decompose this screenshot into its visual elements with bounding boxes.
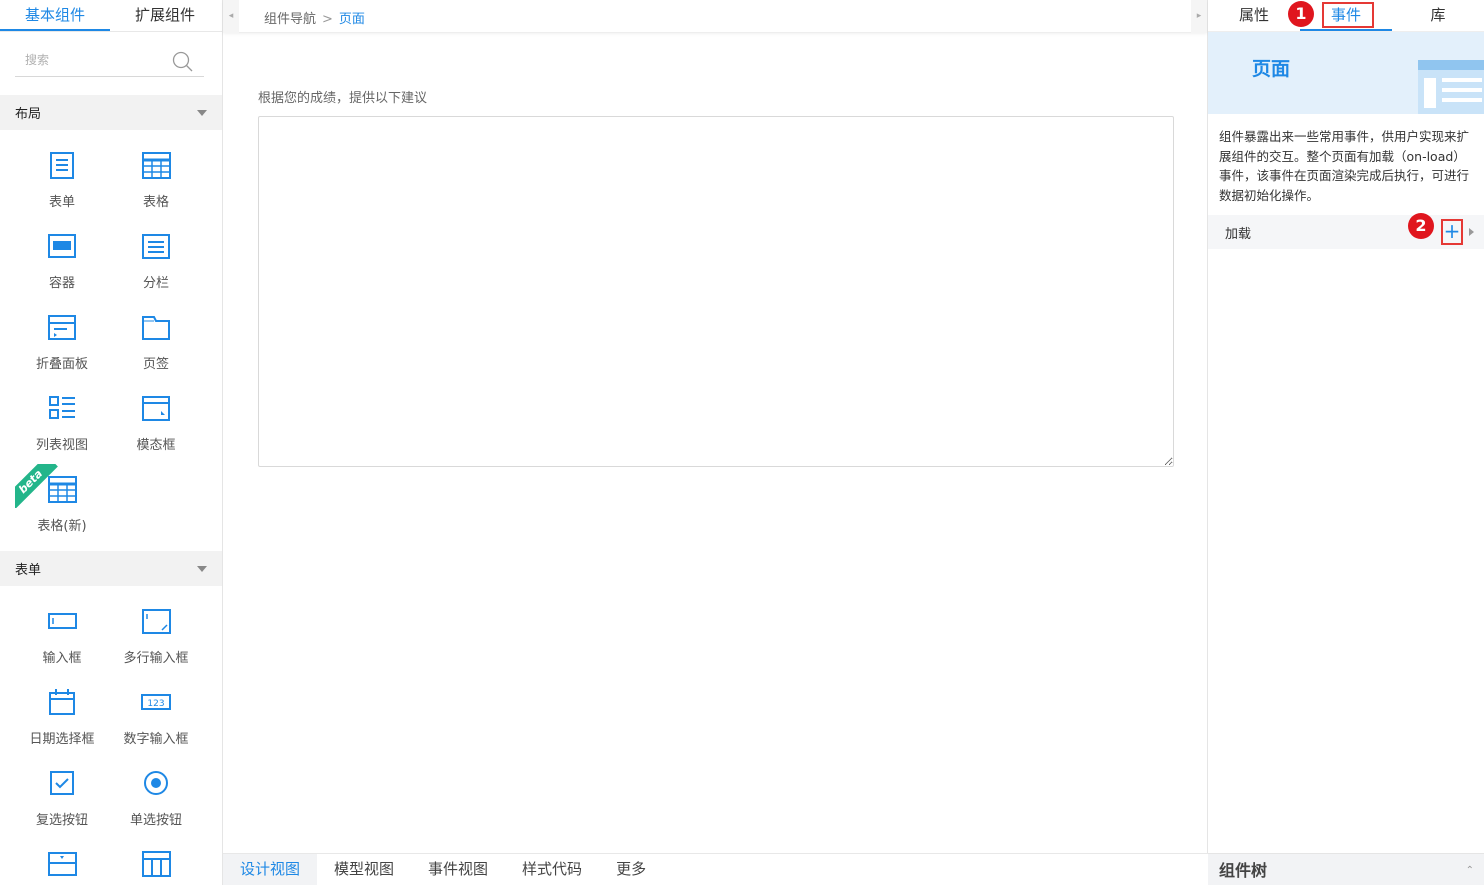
palette-tabs: 基本组件 扩展组件: [0, 0, 222, 32]
highlight-box-events: [1322, 2, 1374, 28]
page-illustration-icon: [1418, 60, 1484, 114]
expand-arrow-icon[interactable]: [1469, 228, 1474, 236]
view-tabs: 设计视图 模型视图 事件视图 样式代码 更多: [223, 853, 1208, 885]
component-textarea[interactable]: 多行输入框: [109, 602, 203, 683]
component-palette: 基本组件 扩展组件 布局 表单 表格 容器 分栏 折叠面板: [0, 0, 222, 885]
highlight-box-add: [1441, 219, 1463, 245]
list-view-icon: [49, 396, 75, 419]
tab-extended-components[interactable]: 扩展组件: [110, 0, 220, 31]
design-canvas: ◂ 组件导航 > 页面 ▸ 根据您的成绩，提供以下建议 设计视图 模型视图 事件视图…: [222, 0, 1208, 885]
tab-more[interactable]: 更多: [599, 854, 663, 885]
component-columns[interactable]: 分栏: [109, 227, 203, 308]
breadcrumb-bar: ◂ 组件导航 > 页面 ▸: [223, 0, 1207, 33]
form-components: 输入框 多行输入框 日期选择框 123 数字输入框 复选按钮 单选按钮: [0, 586, 222, 885]
annotation-badge-2: 2: [1408, 213, 1434, 239]
breadcrumb-item-page[interactable]: 页面: [339, 12, 365, 27]
component-label: 表单: [48, 195, 75, 210]
checkbox-icon: [50, 771, 74, 795]
svg-text:123: 123: [147, 699, 164, 709]
component-checkbox[interactable]: 复选按钮: [15, 764, 109, 845]
columns-icon: [142, 234, 170, 259]
component-tree-bar[interactable]: 组件树 ⌃: [1208, 853, 1484, 885]
breadcrumb: 组件导航 > 页面: [264, 8, 365, 27]
section-title: 表单: [15, 563, 42, 578]
component-search: [15, 45, 204, 77]
select-icon: [48, 852, 77, 876]
field-label: 根据您的成绩，提供以下建议: [258, 91, 428, 106]
component-collapse-panel[interactable]: 折叠面板: [15, 308, 109, 389]
form-icon: [50, 152, 74, 179]
tab-model-view[interactable]: 模型视图: [317, 854, 411, 885]
collapse-right-icon[interactable]: ▸: [1191, 0, 1207, 33]
component-label: 表格(新): [37, 519, 87, 534]
container-icon: [48, 234, 76, 258]
grid-icon: [142, 851, 171, 877]
component-label: 复选按钮: [35, 813, 88, 828]
component-label: 表格: [142, 195, 169, 210]
component-label: 单选按钮: [129, 813, 182, 828]
tab-event-view[interactable]: 事件视图: [411, 854, 505, 885]
tree-title: 组件树: [1219, 861, 1268, 880]
inspector-tabs: 属性 事件 库 1: [1208, 0, 1484, 32]
search-input[interactable]: [15, 45, 165, 75]
tab-properties[interactable]: 属性: [1208, 0, 1300, 31]
table-icon: [142, 152, 171, 179]
caret-down-icon: [197, 565, 207, 572]
component-list-view[interactable]: 列表视图: [15, 389, 109, 470]
inspector-panel: 属性 事件 库 1 页面 组件暴露出来一些常用事件，供用户实现来扩展组件的交互。…: [1208, 0, 1484, 885]
component-label: 输入框: [42, 651, 82, 666]
breadcrumb-item-nav[interactable]: 组件导航: [264, 12, 316, 27]
component-label: 多行输入框: [123, 651, 189, 666]
annotation-badge-1: 1: [1288, 1, 1314, 27]
tab-basic-components[interactable]: 基本组件: [0, 0, 110, 31]
event-description: 组件暴露出来一些常用事件，供用户实现来扩展组件的交互。整个页面有加载（on-lo…: [1219, 129, 1470, 203]
page-banner: 页面: [1208, 32, 1484, 114]
component-number-input[interactable]: 123 数字输入框: [109, 683, 203, 764]
component-tabs[interactable]: 页签: [109, 308, 203, 389]
input-icon: [48, 613, 77, 629]
component-container[interactable]: 容器: [15, 227, 109, 308]
tab-style-code[interactable]: 样式代码: [505, 854, 599, 885]
component-modal[interactable]: 模态框: [109, 389, 203, 470]
radio-icon: [144, 771, 168, 795]
component-label: 数字输入框: [123, 732, 189, 747]
number-input-icon: 123: [141, 694, 171, 710]
beta-badge: beta: [15, 464, 59, 508]
tab-library[interactable]: 库: [1392, 0, 1484, 31]
component-label: 折叠面板: [35, 357, 88, 372]
textarea-icon: [142, 609, 171, 634]
component-label: 页签: [142, 357, 169, 372]
tab-design-view[interactable]: 设计视图: [223, 854, 318, 885]
component-input[interactable]: 输入框: [15, 602, 109, 683]
event-label: 加载: [1225, 226, 1252, 242]
tabs-icon: [142, 316, 170, 340]
component-radio[interactable]: 单选按钮: [109, 764, 203, 845]
collapse-panel-icon: [48, 315, 76, 340]
component-select[interactable]: [15, 845, 109, 885]
suggestion-textarea[interactable]: [258, 116, 1174, 467]
component-label: 列表视图: [35, 438, 88, 453]
component-label: 模态框: [136, 438, 176, 453]
section-layout-header[interactable]: 布局: [0, 95, 222, 130]
component-grid[interactable]: [109, 845, 203, 885]
layout-components: 表单 表格 容器 分栏 折叠面板 页签 列表视图 模态框 beta 表格(新): [0, 130, 222, 551]
chevron-up-icon[interactable]: ⌃: [1466, 854, 1474, 888]
search-icon[interactable]: [172, 51, 194, 77]
component-label: 容器: [48, 276, 75, 291]
banner-title: 页面: [1252, 58, 1291, 80]
section-form-header[interactable]: 表单: [0, 551, 222, 586]
modal-icon: [142, 396, 170, 421]
caret-down-icon: [197, 109, 207, 116]
collapse-left-icon[interactable]: ◂: [223, 0, 239, 33]
chevron-right-icon: >: [322, 12, 333, 27]
component-table-new[interactable]: beta 表格(新): [15, 464, 109, 551]
section-title: 布局: [15, 107, 42, 122]
date-picker-icon: [49, 689, 75, 715]
component-form[interactable]: 表单: [15, 146, 109, 227]
component-date-picker[interactable]: 日期选择框: [15, 683, 109, 764]
component-label: 日期选择框: [29, 732, 95, 747]
event-row-load[interactable]: 加载 + 2: [1208, 213, 1484, 249]
component-table[interactable]: 表格: [109, 146, 203, 227]
component-label: 分栏: [142, 276, 169, 291]
